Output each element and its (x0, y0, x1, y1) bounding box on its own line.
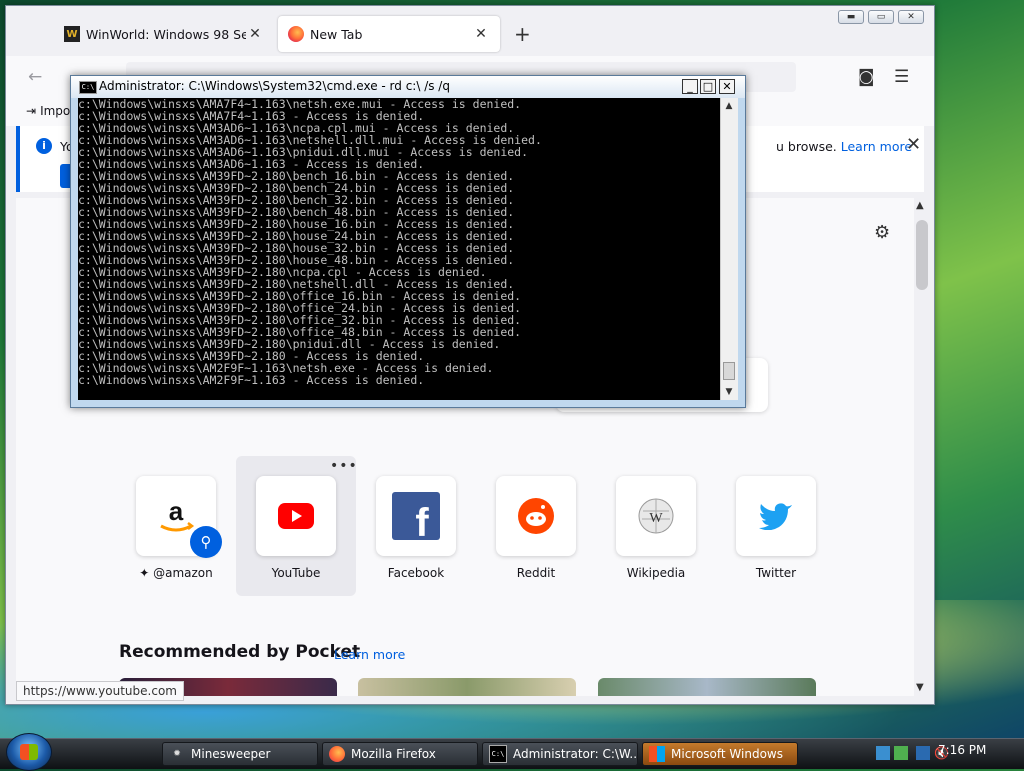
display-icon[interactable] (916, 746, 930, 760)
tab-label: WinWorld: Windows 98 Second (86, 26, 246, 42)
security-icon[interactable] (894, 746, 908, 760)
windows-icon (649, 746, 665, 762)
svg-text:W: W (649, 511, 663, 526)
cmd-close-button[interactable]: ✕ (719, 79, 735, 94)
pocket-story-image[interactable] (358, 678, 576, 696)
firefox-icon (329, 746, 345, 762)
shortcut-twitter[interactable]: Twitter (716, 456, 836, 596)
firefox-favicon-icon (288, 26, 304, 42)
tab-label: New Tab (310, 26, 363, 42)
minimize-button[interactable]: ▬ (838, 10, 864, 24)
cmd-title: Administrator: C:\Windows\System32\cmd.e… (99, 79, 450, 93)
shortcut-label: YouTube (271, 566, 321, 580)
taskbar-item-cmd[interactable]: C:\ Administrator: C:\W... (482, 742, 638, 766)
page-scrollbar[interactable]: ▲ ▼ (914, 198, 930, 696)
reddit-logo-icon (496, 476, 576, 556)
scroll-up-arrow-icon[interactable]: ▲ (722, 98, 736, 114)
cmd-icon: C:\ (79, 81, 97, 94)
shortcut-label: Reddit (516, 566, 556, 580)
windows-logo-icon (20, 744, 38, 760)
youtube-logo-icon (256, 476, 336, 556)
back-arrow-icon[interactable]: ← (28, 67, 42, 87)
taskbar-item-microsoft-windows[interactable]: Microsoft Windows (642, 742, 798, 766)
taskbar-item-firefox[interactable]: Mozilla Firefox (322, 742, 478, 766)
notification-learn-more-link[interactable]: Learn more (841, 139, 912, 154)
scroll-up-arrow-icon[interactable]: ▲ (916, 200, 924, 211)
top-sites: a ⚲ ✦ @amazon ••• YouTube f Facebook Red… (116, 456, 836, 606)
import-bookmarks-button[interactable]: ⇥ Impo (26, 104, 70, 118)
taskbar-item-label: Administrator: C:\W... (513, 747, 638, 761)
start-button[interactable] (6, 733, 52, 771)
info-icon: i (36, 138, 52, 154)
shortcut-label: Facebook (387, 566, 445, 580)
scroll-down-arrow-icon[interactable]: ▼ (722, 384, 736, 400)
cmd-scrollbar[interactable]: ▲ ▼ (720, 98, 738, 400)
scroll-down-arrow-icon[interactable]: ▼ (916, 682, 924, 693)
shortcut-facebook[interactable]: f Facebook (356, 456, 476, 596)
search-icon: ⚲ (190, 526, 222, 558)
cmd-window: C:\ Administrator: C:\Windows\System32\c… (70, 75, 746, 408)
cmd-maximize-button[interactable]: □ (700, 79, 716, 94)
taskbar-item-label: Minesweeper (191, 747, 271, 761)
tab-close-icon[interactable]: ✕ (246, 26, 264, 42)
new-tab-button[interactable]: + (514, 24, 531, 44)
tab-close-icon[interactable]: ✕ (472, 26, 490, 42)
taskbar-item-minesweeper[interactable]: ✹ Minesweeper (162, 742, 318, 766)
clock[interactable]: 7:16 PM (938, 743, 986, 757)
twitter-logo-icon (736, 476, 816, 556)
taskbar-item-label: Microsoft Windows (671, 747, 783, 761)
status-url: https://www.youtube.com (16, 681, 184, 701)
import-label: Impo (40, 104, 71, 118)
minesweeper-icon: ✹ (173, 749, 181, 759)
shortcut-label: ✦ @amazon (139, 566, 213, 580)
shortcut-label: Twitter (755, 566, 797, 580)
close-button[interactable]: ✕ (898, 10, 924, 24)
pocket-story-image[interactable] (598, 678, 816, 696)
winworld-favicon-icon: W (64, 26, 80, 42)
more-options-icon[interactable]: ••• (330, 458, 358, 474)
taskbar-item-label: Mozilla Firefox (351, 747, 436, 761)
import-icon: ⇥ (26, 104, 37, 118)
pocket-learn-more-link[interactable]: Learn more (334, 647, 405, 662)
scroll-thumb[interactable] (723, 362, 735, 380)
svg-text:a: a (169, 496, 184, 526)
menu-icon[interactable]: ☰ (894, 67, 909, 87)
shortcut-label: Wikipedia (626, 566, 686, 580)
pocket-heading: Recommended by Pocket (119, 642, 361, 662)
maximize-button[interactable]: ▭ (868, 10, 894, 24)
network-icon[interactable] (876, 746, 890, 760)
taskbar: ✹ Minesweeper Mozilla Firefox C:\ Admini… (0, 733, 1024, 771)
tab-new-tab[interactable]: New Tab ✕ (278, 16, 500, 52)
cmd-minimize-button[interactable]: _ (682, 79, 698, 94)
settings-gear-icon[interactable]: ⚙ (874, 222, 890, 243)
tab-strip: W WinWorld: Windows 98 Second ✕ New Tab … (6, 6, 934, 56)
shortcut-youtube[interactable]: ••• YouTube (236, 456, 358, 596)
notification-close-icon[interactable]: ✕ (906, 134, 921, 155)
svg-text:f: f (415, 501, 429, 540)
facebook-logo-icon: f (376, 476, 456, 556)
shortcut-reddit[interactable]: Reddit (476, 456, 596, 596)
pocket-icon[interactable]: ◙ (858, 67, 875, 87)
notification-text-tail: u browse. (776, 139, 837, 154)
cmd-icon: C:\ (489, 745, 507, 763)
shortcut-wikipedia[interactable]: W Wikipedia (596, 456, 716, 596)
wikipedia-logo-icon: W (616, 476, 696, 556)
tab-winworld[interactable]: W WinWorld: Windows 98 Second ✕ (54, 16, 274, 52)
notification-text-end: u browse. Learn more (776, 139, 912, 154)
console-line: c:\Windows\winsxs\AM2F9F~1.163 - Access … (78, 373, 425, 387)
cmd-titlebar[interactable]: C:\ Administrator: C:\Windows\System32\c… (71, 76, 745, 98)
scroll-thumb[interactable] (916, 220, 928, 290)
shortcut-amazon[interactable]: a ⚲ ✦ @amazon (116, 456, 236, 596)
console-output[interactable]: c:\Windows\winsxs\AMA7F4~1.163\netsh.exe… (78, 98, 720, 400)
